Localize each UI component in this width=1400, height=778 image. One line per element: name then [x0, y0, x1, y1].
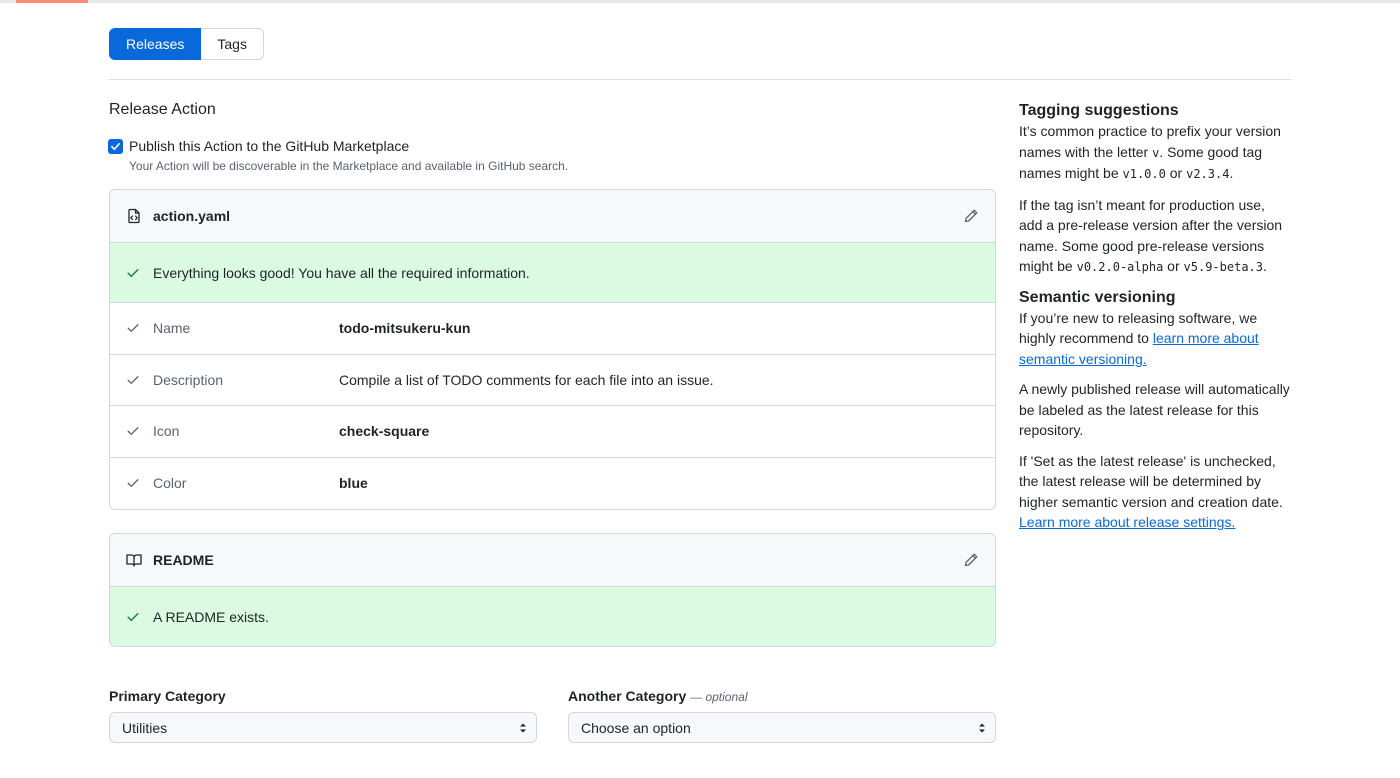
- check-icon: [126, 423, 142, 439]
- text: .: [1263, 258, 1267, 274]
- tab-tags[interactable]: Tags: [201, 28, 264, 60]
- semantic-versioning-title: Semantic versioning: [1019, 288, 1176, 306]
- primary-category-select[interactable]: Utilities: [109, 712, 537, 743]
- divider: [109, 79, 1291, 80]
- check-icon: [126, 320, 142, 336]
- text: .: [1229, 165, 1234, 181]
- text: If 'Set as the latest release' is unchec…: [1019, 452, 1283, 510]
- code: v1.0.0: [1122, 167, 1166, 181]
- check-icon: [126, 372, 142, 388]
- text: or: [1163, 258, 1184, 274]
- another-category-select[interactable]: Choose an option: [568, 712, 996, 743]
- readme-title: README: [153, 552, 214, 568]
- metadata-value: blue: [339, 475, 368, 492]
- semantic-versioning-text-1: If you’re new to releasing software, we …: [1019, 308, 1291, 370]
- check-icon: [126, 475, 142, 491]
- metadata-key: Name: [153, 320, 191, 337]
- select-arrows-icon: [979, 723, 985, 733]
- text: or: [1165, 165, 1187, 181]
- publish-marketplace-label[interactable]: Publish this Action to the GitHub Market…: [129, 138, 409, 154]
- publish-marketplace-option[interactable]: Publish this Action to the GitHub Market…: [108, 138, 409, 154]
- semantic-versioning-text-2: A newly published release will automatic…: [1019, 381, 1290, 438]
- metadata-key: Description: [153, 371, 224, 388]
- action-yaml-success-message: Everything looks good! You have all the …: [153, 264, 530, 281]
- metadata-row-name: Name todo-mitsukeru-kun: [110, 303, 995, 355]
- another-category-value: Choose an option: [581, 719, 691, 736]
- file-code-icon: [126, 208, 142, 224]
- metadata-value: todo-mitsukeru-kun: [339, 320, 471, 337]
- book-icon: [126, 552, 142, 568]
- metadata-row-description: Description Compile a list of TODO comme…: [110, 355, 995, 406]
- primary-category-label: Primary Category: [109, 688, 226, 704]
- action-yaml-header: action.yaml: [110, 190, 995, 243]
- code: v5.9-beta.3: [1183, 260, 1264, 274]
- release-action-title: Release Action: [109, 101, 216, 118]
- release-settings-link[interactable]: Learn more about release settings.: [1019, 514, 1235, 530]
- active-nav-underline: [16, 0, 88, 3]
- readme-header: README: [110, 534, 995, 587]
- check-icon: [126, 265, 142, 281]
- metadata-row-icon: Icon check-square: [110, 406, 995, 458]
- metadata-row-color: Color blue: [110, 458, 995, 510]
- check-icon: [111, 142, 120, 150]
- action-yaml-title: action.yaml: [153, 208, 231, 224]
- readme-success-banner: A README exists.: [110, 587, 995, 646]
- top-nav-border: [0, 0, 1400, 3]
- publish-marketplace-checkbox[interactable]: [108, 138, 123, 154]
- code: v0.2.0-alpha: [1076, 260, 1164, 274]
- tagging-suggestions-text-1: It’s common practice to prefix your vers…: [1019, 121, 1291, 185]
- semantic-versioning-text-3: If 'Set as the latest release' is unchec…: [1019, 451, 1291, 533]
- another-category-label: Another Category — optional: [568, 688, 748, 704]
- readme-success-message: A README exists.: [153, 609, 269, 625]
- another-category-label-text: Another Category: [568, 688, 687, 704]
- tagging-suggestions-title: Tagging suggestions: [1019, 102, 1179, 119]
- select-arrows-icon: [520, 723, 526, 733]
- metadata-value: Compile a list of TODO comments for each…: [339, 371, 714, 388]
- check-icon: [126, 609, 142, 625]
- action-yaml-success-banner: Everything looks good! You have all the …: [110, 243, 995, 303]
- sidebar-help: Tagging suggestions It’s common practice…: [1019, 101, 1291, 533]
- tagging-suggestions-text-2: If the tag isn’t meant for production us…: [1019, 195, 1291, 278]
- metadata-key: Icon: [153, 423, 180, 440]
- primary-category-label-text: Primary Category: [109, 688, 226, 704]
- pencil-icon[interactable]: [963, 552, 979, 568]
- pencil-icon[interactable]: [963, 208, 979, 224]
- readme-box: README A README exists.: [109, 533, 996, 647]
- optional-hint: — optional: [690, 690, 748, 704]
- primary-category-value: Utilities: [122, 719, 168, 736]
- code: v2.3.4: [1186, 167, 1230, 181]
- metadata-key: Color: [153, 475, 187, 492]
- releases-tags-switcher: Releases Tags: [109, 28, 264, 60]
- tab-releases[interactable]: Releases: [109, 28, 202, 60]
- publish-marketplace-note: Your Action will be discoverable in the …: [129, 159, 569, 173]
- action-yaml-box: action.yaml Everything looks good! You h…: [109, 189, 996, 510]
- metadata-value: check-square: [339, 423, 430, 440]
